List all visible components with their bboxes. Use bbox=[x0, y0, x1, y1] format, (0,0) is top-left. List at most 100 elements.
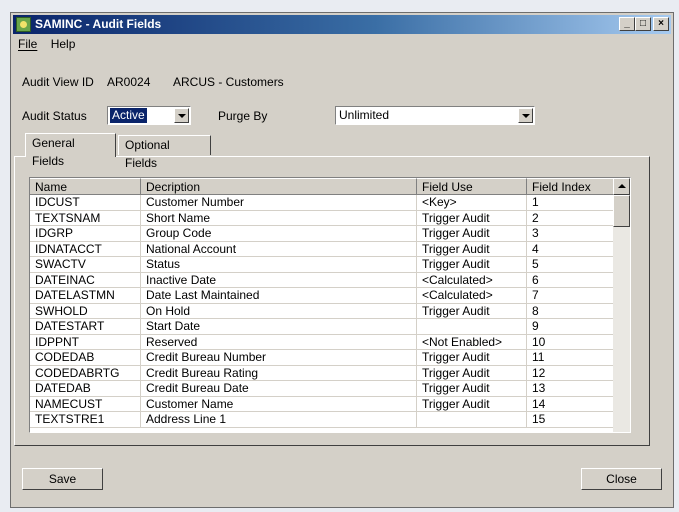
table-row[interactable]: NAMECUST Customer Name Trigger Audit 14 bbox=[30, 396, 614, 412]
close-window-button[interactable]: × bbox=[653, 17, 669, 31]
table-cell[interactable]: IDGRP bbox=[30, 226, 141, 242]
table-cell[interactable]: Short Name bbox=[141, 210, 417, 226]
close-button[interactable]: Close bbox=[581, 468, 662, 490]
scroll-up-arrow-icon[interactable] bbox=[613, 178, 630, 195]
chevron-down-icon[interactable] bbox=[174, 108, 189, 123]
save-button[interactable]: Save bbox=[22, 468, 103, 490]
window-controls: _ □ × bbox=[619, 17, 669, 32]
table-cell[interactable]: 5 bbox=[527, 257, 614, 273]
table-cell[interactable]: <Key> bbox=[417, 195, 527, 211]
table-cell[interactable]: IDPPNT bbox=[30, 334, 141, 350]
table-cell[interactable]: DATEDAB bbox=[30, 381, 141, 397]
table-cell[interactable]: 14 bbox=[527, 396, 614, 412]
chevron-down-icon[interactable] bbox=[518, 108, 533, 123]
table-cell[interactable]: 12 bbox=[527, 365, 614, 381]
maximize-button[interactable]: □ bbox=[635, 17, 651, 31]
table-cell[interactable]: Trigger Audit bbox=[417, 350, 527, 366]
table-cell[interactable]: Customer Number bbox=[141, 195, 417, 211]
table-cell[interactable]: IDNATACCT bbox=[30, 241, 141, 257]
table-cell[interactable]: Trigger Audit bbox=[417, 226, 527, 242]
table-cell[interactable]: <Calculated> bbox=[417, 288, 527, 304]
table-cell[interactable]: SWHOLD bbox=[30, 303, 141, 319]
table-cell[interactable]: DATESTART bbox=[30, 319, 141, 335]
menu-help[interactable]: Help bbox=[46, 35, 81, 53]
table-cell[interactable]: 9 bbox=[527, 319, 614, 335]
table-cell[interactable]: DATEINAC bbox=[30, 272, 141, 288]
table-cell[interactable]: 13 bbox=[527, 381, 614, 397]
table-cell[interactable]: Credit Bureau Rating bbox=[141, 365, 417, 381]
table-row[interactable]: CODEDABRTG Credit Bureau Rating Trigger Au… bbox=[30, 365, 614, 381]
table-cell[interactable]: Address Line 1 bbox=[141, 412, 417, 428]
column-header-field-use[interactable]: Field Use bbox=[417, 178, 527, 195]
table-cell[interactable]: Date Last Maintained bbox=[141, 288, 417, 304]
table-row[interactable]: IDCUST Customer Number <Key> 1 bbox=[30, 195, 614, 211]
table-cell[interactable]: <Calculated> bbox=[417, 272, 527, 288]
table-cell[interactable]: 8 bbox=[527, 303, 614, 319]
title-bar[interactable]: SAMINC - Audit Fields _ □ × bbox=[13, 15, 671, 34]
table-cell[interactable]: Start Date bbox=[141, 319, 417, 335]
table-cell[interactable]: 2 bbox=[527, 210, 614, 226]
table-cell[interactable]: NAMECUST bbox=[30, 396, 141, 412]
table-cell[interactable]: Trigger Audit bbox=[417, 381, 527, 397]
minimize-button[interactable]: _ bbox=[619, 17, 635, 31]
table-row[interactable]: DATESTART Start Date 9 bbox=[30, 319, 614, 335]
column-header-description[interactable]: Decription bbox=[141, 178, 417, 195]
table-row[interactable]: DATELASTMN Date Last Maintained <Calculate… bbox=[30, 288, 614, 304]
table-cell[interactable]: 6 bbox=[527, 272, 614, 288]
table-row[interactable]: TEXTSNAM Short Name Trigger Audit 2 bbox=[30, 210, 614, 226]
table-cell[interactable]: Credit Bureau Number bbox=[141, 350, 417, 366]
column-header-field-index[interactable]: Field Index bbox=[527, 178, 614, 195]
table-cell[interactable]: Group Code bbox=[141, 226, 417, 242]
table-cell[interactable]: National Account bbox=[141, 241, 417, 257]
table-cell[interactable]: 1 bbox=[527, 195, 614, 211]
table-cell[interactable]: 11 bbox=[527, 350, 614, 366]
table-cell[interactable]: DATELASTMN bbox=[30, 288, 141, 304]
column-header-name[interactable]: Name bbox=[30, 178, 141, 195]
table-cell[interactable]: Trigger Audit bbox=[417, 303, 527, 319]
table-cell[interactable]: 4 bbox=[527, 241, 614, 257]
table-row[interactable]: IDNATACCT National Account Trigger Audit 4 bbox=[30, 241, 614, 257]
table-cell[interactable]: Trigger Audit bbox=[417, 210, 527, 226]
tab-general-fields[interactable]: General Fields bbox=[25, 133, 116, 168]
table-cell[interactable] bbox=[417, 412, 527, 428]
table-cell[interactable]: Customer Name bbox=[141, 396, 417, 412]
table-cell[interactable]: CODEDABRTG bbox=[30, 365, 141, 381]
table-row[interactable]: IDPPNT Reserved <Not Enabled> 10 bbox=[30, 334, 614, 350]
table-row[interactable]: CODEDAB Credit Bureau Number Trigger Audit… bbox=[30, 350, 614, 366]
table-cell[interactable]: 3 bbox=[527, 226, 614, 242]
table-cell[interactable]: 10 bbox=[527, 334, 614, 350]
table-cell[interactable]: Trigger Audit bbox=[417, 241, 527, 257]
table-cell[interactable]: CODEDAB bbox=[30, 350, 141, 366]
table-row[interactable]: DATEINAC Inactive Date <Calculated> 6 bbox=[30, 272, 614, 288]
window-title: SAMINC - Audit Fields bbox=[35, 17, 162, 31]
table-row[interactable]: TEXTSTRE1 Address Line 1 15 bbox=[30, 412, 614, 428]
table-cell[interactable]: Trigger Audit bbox=[417, 365, 527, 381]
table-row[interactable]: IDGRP Group Code Trigger Audit 3 bbox=[30, 226, 614, 242]
table-cell[interactable]: Reserved bbox=[141, 334, 417, 350]
table-cell[interactable]: Trigger Audit bbox=[417, 396, 527, 412]
table-row[interactable]: DATEDAB Credit Bureau Date Trigger Audit 13 bbox=[30, 381, 614, 397]
table-cell[interactable]: On Hold bbox=[141, 303, 417, 319]
table-cell[interactable]: IDCUST bbox=[30, 195, 141, 211]
table-cell[interactable] bbox=[417, 319, 527, 335]
scroll-thumb[interactable] bbox=[613, 195, 630, 227]
table-cell[interactable]: SWACTV bbox=[30, 257, 141, 273]
tab-optional-fields[interactable]: Optional Fields bbox=[118, 135, 211, 170]
table-cell[interactable]: 7 bbox=[527, 288, 614, 304]
audit-status-select[interactable]: Active bbox=[107, 106, 191, 125]
table-cell[interactable]: 15 bbox=[527, 412, 614, 428]
table-cell[interactable]: Status bbox=[141, 257, 417, 273]
table-cell[interactable]: Trigger Audit bbox=[417, 257, 527, 273]
vertical-scrollbar[interactable] bbox=[613, 178, 630, 432]
table-cell[interactable]: TEXTSTRE1 bbox=[30, 412, 141, 428]
table-row[interactable]: SWACTV Status Trigger Audit 5 bbox=[30, 257, 614, 273]
fields-grid[interactable]: Name Decription Field Use Field Index ID… bbox=[29, 177, 631, 433]
table-cell[interactable]: TEXTSNAM bbox=[30, 210, 141, 226]
table-cell[interactable]: <Not Enabled> bbox=[417, 334, 527, 350]
table-row[interactable]: SWHOLD On Hold Trigger Audit 8 bbox=[30, 303, 614, 319]
table-cell[interactable]: Credit Bureau Date bbox=[141, 381, 417, 397]
purge-by-select[interactable]: Unlimited bbox=[335, 106, 535, 125]
menu-file[interactable]: File bbox=[13, 35, 42, 53]
table-cell[interactable]: Inactive Date bbox=[141, 272, 417, 288]
audit-status-label: Audit Status bbox=[22, 109, 87, 123]
